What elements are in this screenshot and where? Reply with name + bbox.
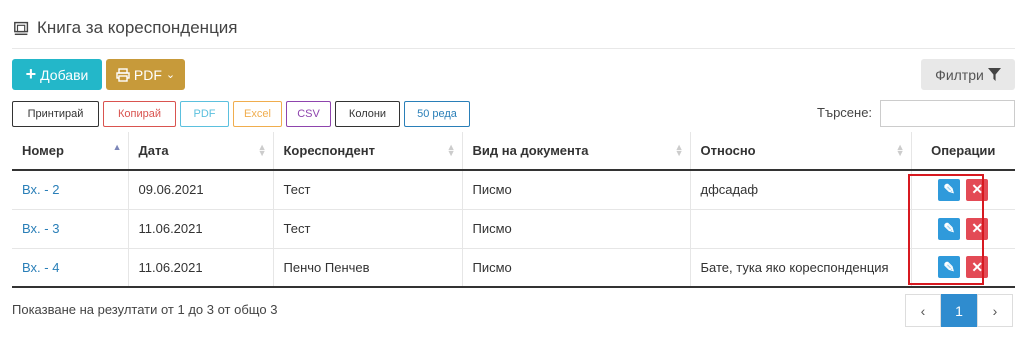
column-header-date[interactable]: Дата ▲ ▼ [128,132,274,171]
table-header-row: Номер ▲ Дата ▲ ▼ Кореспондент ▲ ▼ Вид на доку… [12,132,1015,171]
filter-button[interactable]: Филтри [921,59,1015,90]
subject-cell: дфсадаф [690,170,912,210]
number-cell[interactable]: Вх. - 2 [12,170,129,210]
correspondent-cell: Тест [273,209,463,249]
page-title: Книга за кореспонденция [13,18,238,38]
operations-highlight-box [908,174,984,285]
subject-cell: Бате, тука яко кореспонденция [690,248,912,288]
add-button-label: Добави [40,66,89,83]
csv-export-button[interactable]: CSV [286,101,331,127]
sort-asc-icon: ▲ [112,142,122,152]
sort-icon: ▲ ▼ [446,142,456,158]
date-cell: 09.06.2021 [128,170,274,210]
column-header-document-type[interactable]: Вид на документа ▲ ▼ [462,132,691,171]
plus-icon: + [25,64,37,84]
column-header-operations: Операции [911,132,1015,171]
document-type-cell: Писмо [462,248,691,288]
page-title-text: Книга за кореспонденция [37,18,238,37]
document-type-cell: Писмо [462,170,691,210]
correspondence-table: Номер ▲ Дата ▲ ▼ Кореспондент ▲ ▼ Вид на доку… [12,132,1015,288]
date-cell: 11.06.2021 [128,248,274,288]
results-summary: Показване на резултати от 1 до 3 от общо… [12,302,278,317]
document-type-cell: Писмо [462,209,691,249]
pdf-button-label: PDF [133,66,162,83]
add-button[interactable]: + Добави [12,59,102,90]
page-length-button[interactable]: 50 реда [404,101,470,127]
column-header-number[interactable]: Номер ▲ [12,132,129,171]
pagination: ‹ 1 › [905,294,1013,327]
pdf-dropdown-button[interactable]: PDF ⌄ [106,59,185,90]
printer-icon [116,67,130,82]
column-header-correspondent[interactable]: Кореспондент ▲ ▼ [273,132,463,171]
date-cell: 11.06.2021 [128,209,274,249]
table-row: Вх. - 3 11.06.2021 Тест Писмо ✎ ✕ [12,209,1015,249]
sort-icon: ▲ ▼ [674,142,684,158]
pagination-prev-button[interactable]: ‹ [905,294,941,327]
search-label: Търсене: [817,105,873,120]
pagination-page-1[interactable]: 1 [941,294,977,327]
correspondent-cell: Тест [273,170,463,210]
table-row: Вх. - 2 09.06.2021 Тест Писмо дфсадаф ✎ ✕ [12,170,1015,210]
print-button[interactable]: Принтирай [12,101,99,127]
chevron-down-icon: ⌄ [165,69,176,81]
book-icon [14,21,29,36]
title-divider [12,48,1015,49]
correspondent-cell: Пенчо Пенчев [273,248,463,288]
search-input[interactable] [880,100,1015,127]
column-header-subject[interactable]: Относно ▲ ▼ [690,132,912,171]
copy-button[interactable]: Копирай [103,101,176,127]
filter-button-label: Филтри [935,66,984,83]
subject-cell [690,209,912,249]
funnel-icon [987,68,1001,81]
number-cell[interactable]: Вх. - 3 [12,209,129,249]
pagination-next-button[interactable]: › [977,294,1013,327]
sort-icon: ▲ ▼ [895,142,905,158]
sort-icon: ▲ ▼ [257,142,267,158]
number-cell[interactable]: Вх. - 4 [12,248,129,288]
export-buttons: Принтирай Копирай PDF Excel CSV Колони 5… [12,101,470,127]
excel-export-button[interactable]: Excel [233,101,282,127]
columns-button[interactable]: Колони [335,101,400,127]
table-row: Вх. - 4 11.06.2021 Пенчо Пенчев Писмо Ба… [12,248,1015,288]
pdf-export-button[interactable]: PDF [180,101,229,127]
